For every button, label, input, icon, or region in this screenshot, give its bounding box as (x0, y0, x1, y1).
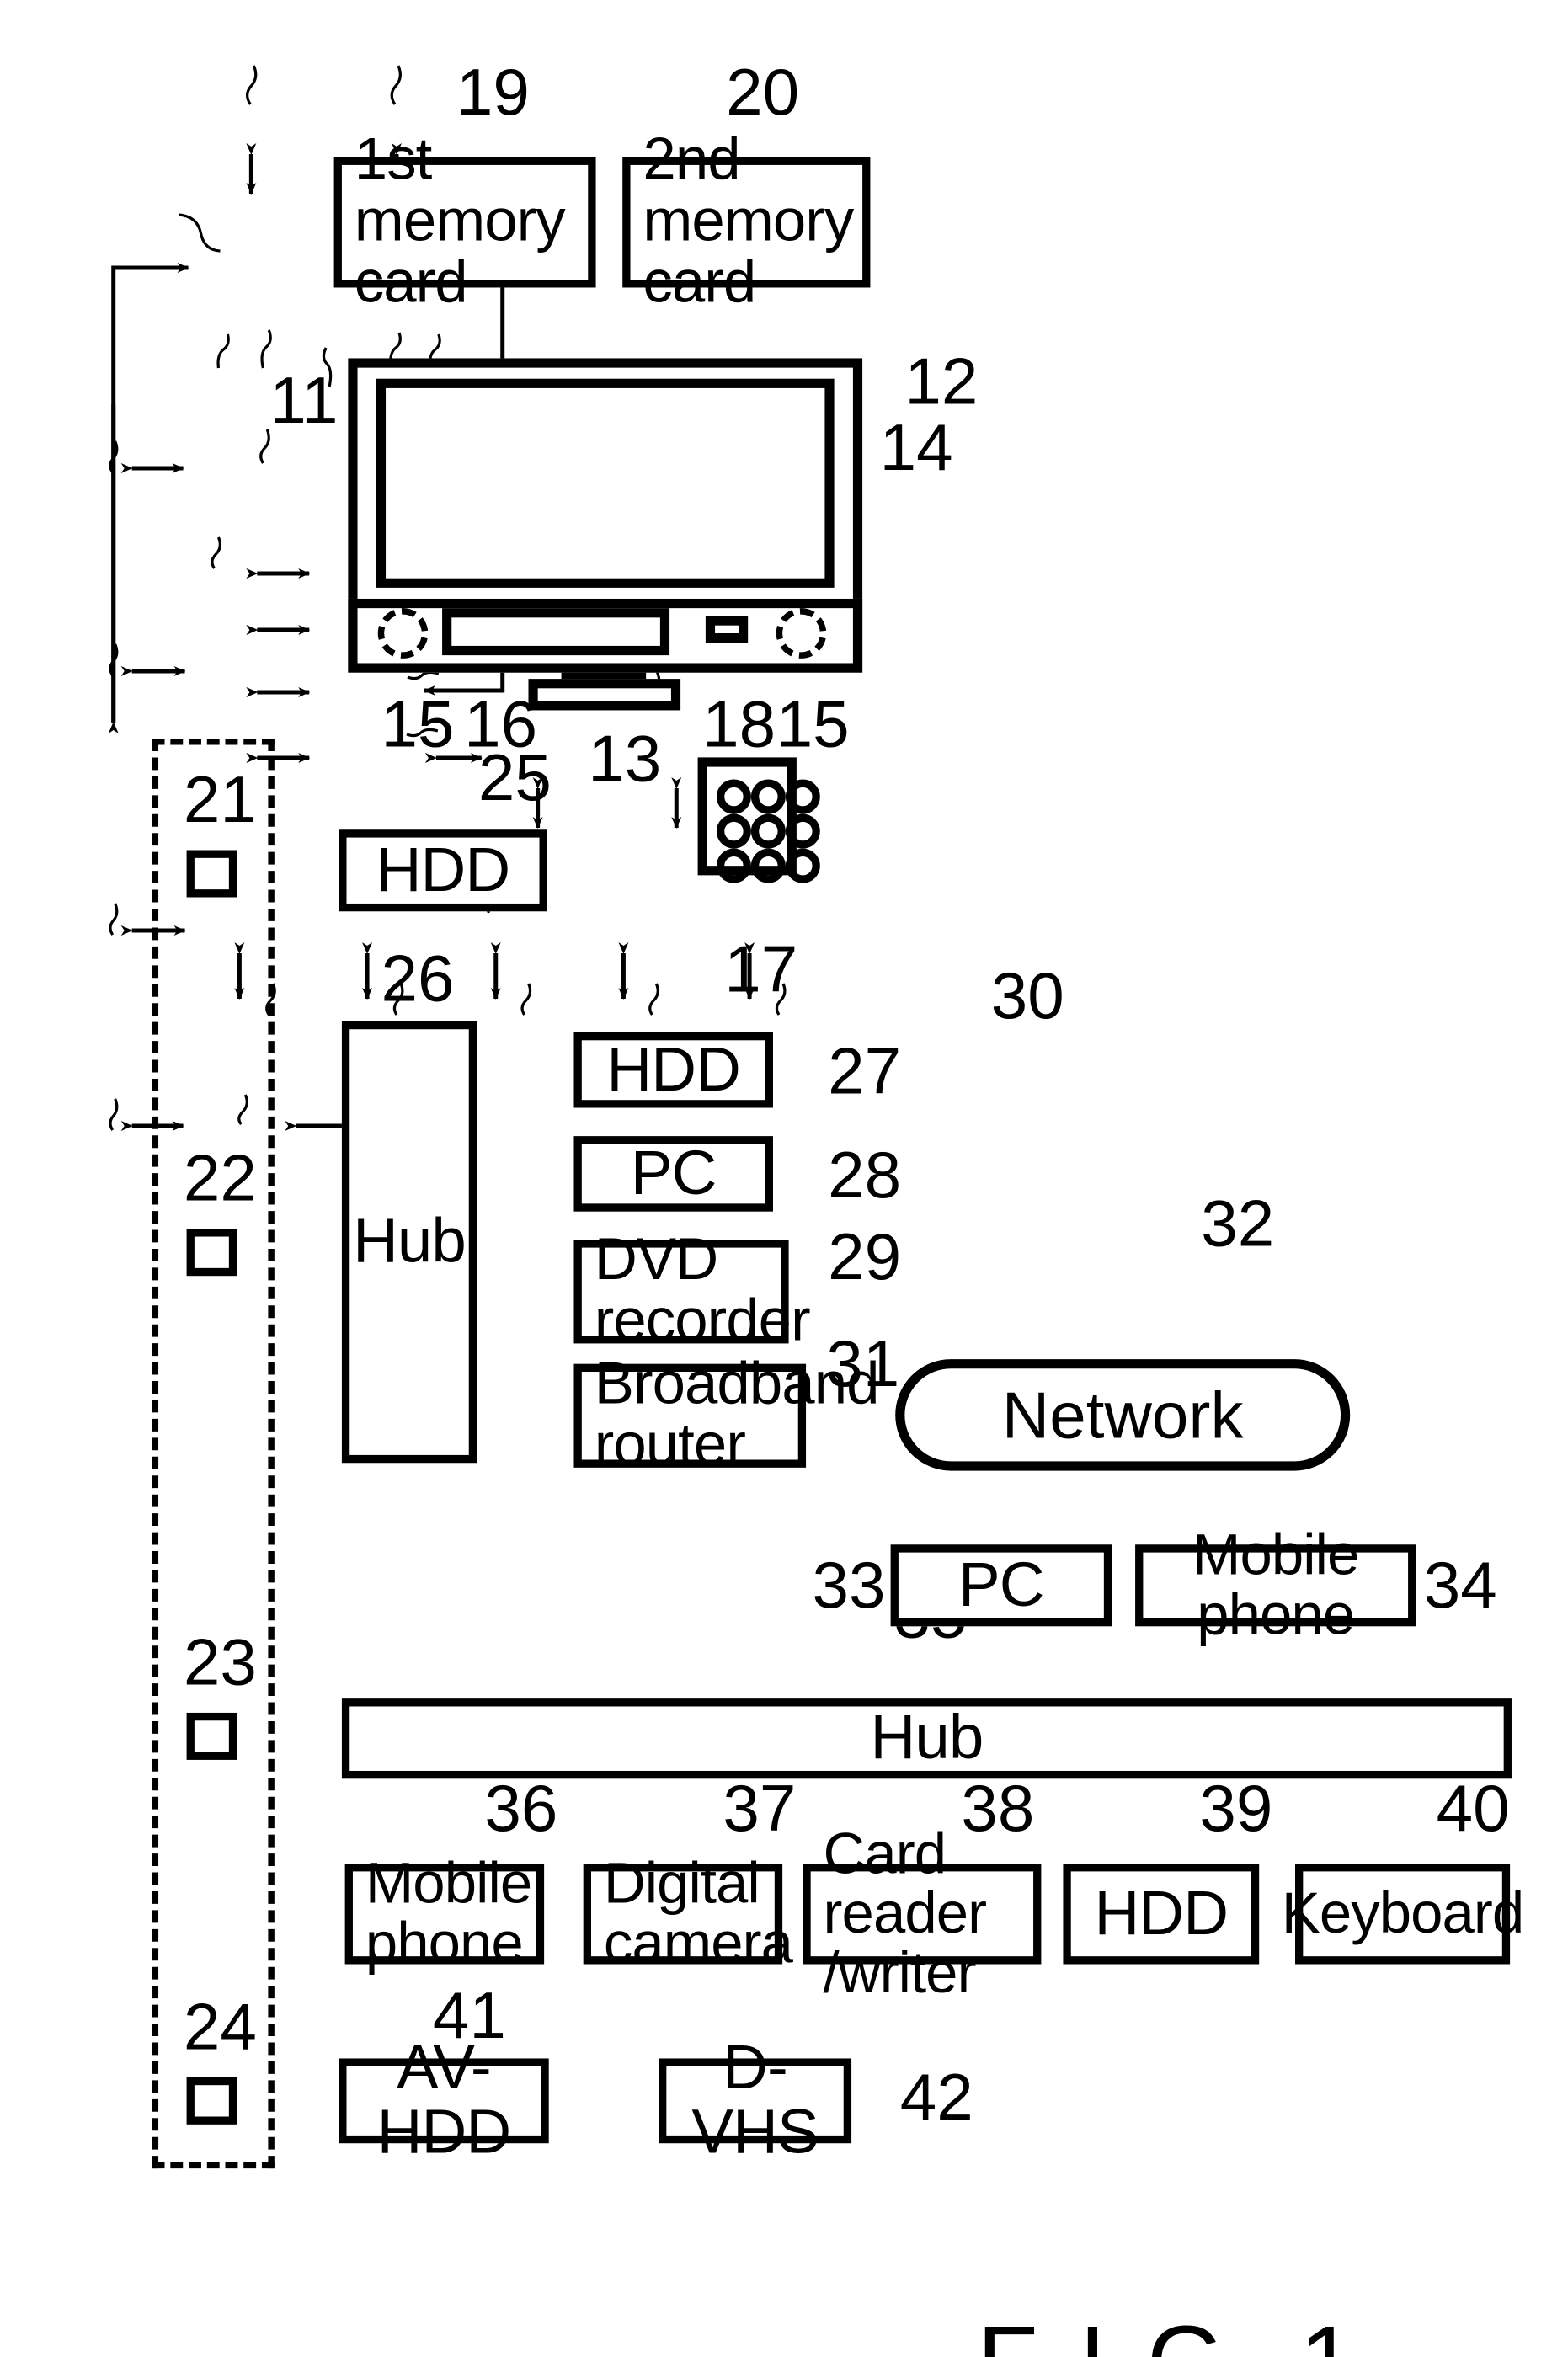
device-digital-camera-37-label: Digital camera (603, 1851, 793, 1976)
ref-39: 39 (1199, 1770, 1273, 1845)
ir-sensor-icon (705, 616, 749, 643)
network-label: Network (1001, 1377, 1244, 1452)
device-hdd-27-label: HDD (606, 1034, 741, 1105)
tv-screen (376, 378, 835, 588)
memory-card-1: 1st memory card (333, 131, 596, 313)
device-card-reader-writer-38-label: Card reader /writer (823, 1821, 987, 2005)
ref-25: 25 (477, 739, 552, 814)
device-card-reader-writer-38: Card reader /writer (803, 1824, 1042, 2002)
ref-19: 19 (456, 55, 530, 130)
ref-14: 14 (879, 410, 953, 484)
ref-27: 27 (828, 1033, 902, 1108)
interface-group-boundary (152, 739, 275, 2169)
device-broadband-router-31: Broadband router (573, 1354, 879, 1476)
tv-stand-base (528, 679, 681, 711)
keypad-key-3[interactable] (785, 779, 820, 814)
device-d-vhs-42: D-VHS (659, 2036, 852, 2164)
memory-card-1-label: 1st memory card (354, 127, 566, 316)
device-keyboard-40: Keyboard (1282, 1864, 1524, 1965)
ref-17: 17 (724, 931, 798, 1006)
device-hdd-direct: HDD (339, 829, 547, 912)
ref-18: 18 (702, 686, 776, 761)
device-hub-b: Hub (341, 1698, 1512, 1779)
ref-30: 30 (990, 958, 1064, 1032)
keypad-key-2[interactable] (750, 779, 786, 814)
memory-card-2: 2nd memory card (622, 131, 871, 313)
device-hub-a: Hub (341, 1021, 477, 1464)
device-av-hdd-41: AV-HDD (339, 2036, 549, 2164)
device-d-vhs-42-label: D-VHS (691, 2033, 819, 2168)
ref-32: 32 (1201, 1186, 1275, 1261)
device-keyboard-40-label: Keyboard (1281, 1880, 1524, 1946)
speaker-left-icon (377, 608, 429, 659)
ref-29: 29 (828, 1219, 902, 1293)
device-hdd-39-label: HDD (1094, 1878, 1229, 1949)
device-pc-33-label: PC (958, 1549, 1045, 1620)
device-mobile-phone-36-label: Mobile phone (365, 1851, 532, 1976)
ref-33: 33 (812, 1548, 886, 1622)
device-mobile-phone-36: Mobile phone (344, 1853, 545, 1973)
device-hub-a-label: Hub (353, 1207, 467, 1277)
device-hdd-direct-label: HDD (376, 835, 511, 905)
connector-21[interactable] (186, 850, 237, 898)
network-cloud: Network (895, 1359, 1351, 1471)
figure-caption: F I G. 1 (977, 2304, 1362, 2357)
device-pc-28: PC (573, 1136, 773, 1212)
keypad-key-9[interactable] (785, 848, 820, 883)
memory-card-2-label: 2nd memory card (643, 127, 854, 316)
device-digital-camera-37: Digital camera (583, 1853, 793, 1973)
keypad-key-1[interactable] (716, 779, 751, 814)
ref-36: 36 (484, 1770, 558, 1845)
connector-22[interactable] (186, 1229, 237, 1277)
device-broadband-router-31-label: Broadband router (594, 1352, 880, 1479)
device-hdd-39: HDD (1063, 1864, 1260, 1965)
device-mobile-phone-34-label: Mobile phone (1192, 1522, 1359, 1647)
ref-11: 11 (269, 363, 339, 437)
device-av-hdd-41-label: AV-HDD (376, 2033, 512, 2168)
keypad-key-5[interactable] (750, 813, 786, 849)
ref-15-left: 15 (381, 686, 455, 761)
ref-26: 26 (381, 941, 455, 1016)
card-slot[interactable] (442, 608, 670, 656)
device-mobile-phone-34: Mobile phone (1135, 1525, 1416, 1645)
ref-34: 34 (1423, 1548, 1497, 1622)
keypad-key-7[interactable] (716, 848, 751, 883)
device-dvd-recorder-29-label: DVD recorder (594, 1227, 811, 1355)
ref-20: 20 (726, 55, 800, 130)
figure-canvas: 19 20 11 12 14 15 16 13 18 15 17 21 22 2… (0, 0, 1568, 2357)
ref-15-right: 15 (776, 686, 850, 761)
ref-13: 13 (588, 721, 662, 796)
keypad-key-4[interactable] (716, 813, 751, 849)
ref-40: 40 (1436, 1770, 1510, 1845)
device-hub-b-label: Hub (870, 1703, 984, 1773)
ref-37: 37 (723, 1770, 797, 1845)
device-pc-28-label: PC (630, 1139, 717, 1208)
connector-24[interactable] (186, 2077, 237, 2125)
ref-42: 42 (899, 2060, 973, 2135)
keypad-key-6[interactable] (785, 813, 820, 849)
device-dvd-recorder-29: DVD recorder (573, 1230, 811, 1352)
ref-12: 12 (904, 344, 979, 419)
connector-23[interactable] (186, 1712, 237, 1760)
ref-28: 28 (828, 1137, 902, 1212)
keypad-key-8[interactable] (750, 848, 786, 883)
device-pc-33: PC (890, 1544, 1112, 1627)
speaker-right-icon (776, 608, 827, 659)
device-hdd-27: HDD (573, 1032, 773, 1108)
keypad[interactable] (697, 757, 820, 883)
